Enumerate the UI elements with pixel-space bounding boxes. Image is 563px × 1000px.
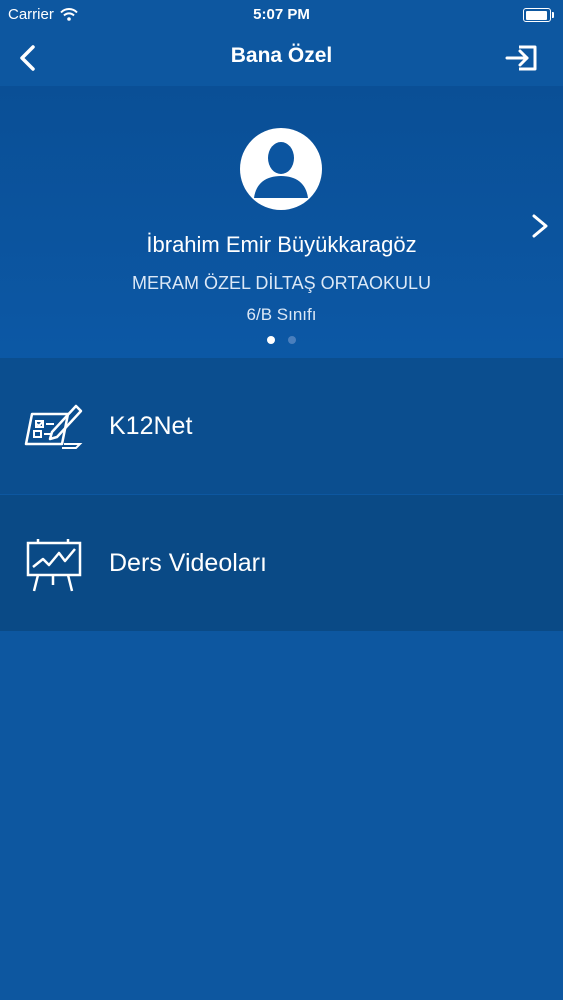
- logout-icon[interactable]: [505, 42, 539, 74]
- page-dot[interactable]: [288, 336, 296, 344]
- user-silhouette-icon: [254, 142, 308, 198]
- battery-icon: [523, 8, 554, 22]
- navigation-bar: Bana Özel: [0, 30, 563, 86]
- page-title: Bana Özel: [230, 44, 333, 67]
- k12net-icon: [24, 404, 83, 449]
- avatar: [240, 128, 322, 210]
- school-name: MERAM ÖZEL DİLTAŞ ORTAOKULU: [131, 273, 432, 293]
- page-dot[interactable]: [267, 336, 275, 344]
- student-name: İbrahim Emir Büyükkaragöz: [146, 232, 417, 257]
- page-indicator[interactable]: [0, 336, 563, 344]
- clock: 5:07 PM: [253, 6, 310, 23]
- menu-item-label: Ders Videoları: [109, 549, 267, 577]
- menu-item-ders-videolari[interactable]: Ders Videoları: [0, 495, 563, 631]
- menu-item-k12net[interactable]: K12Net: [0, 358, 563, 494]
- menu-item-label: K12Net: [109, 412, 193, 440]
- status-bar: Carrier 5:07 PM: [0, 0, 563, 30]
- class-name: 6/B Sınıfı: [246, 305, 317, 324]
- next-profile-chevron-icon[interactable]: [529, 212, 553, 240]
- presentation-chart-icon: [26, 539, 82, 592]
- profile-carousel[interactable]: İbrahim Emir Büyükkaragöz MERAM ÖZEL DİL…: [0, 86, 563, 358]
